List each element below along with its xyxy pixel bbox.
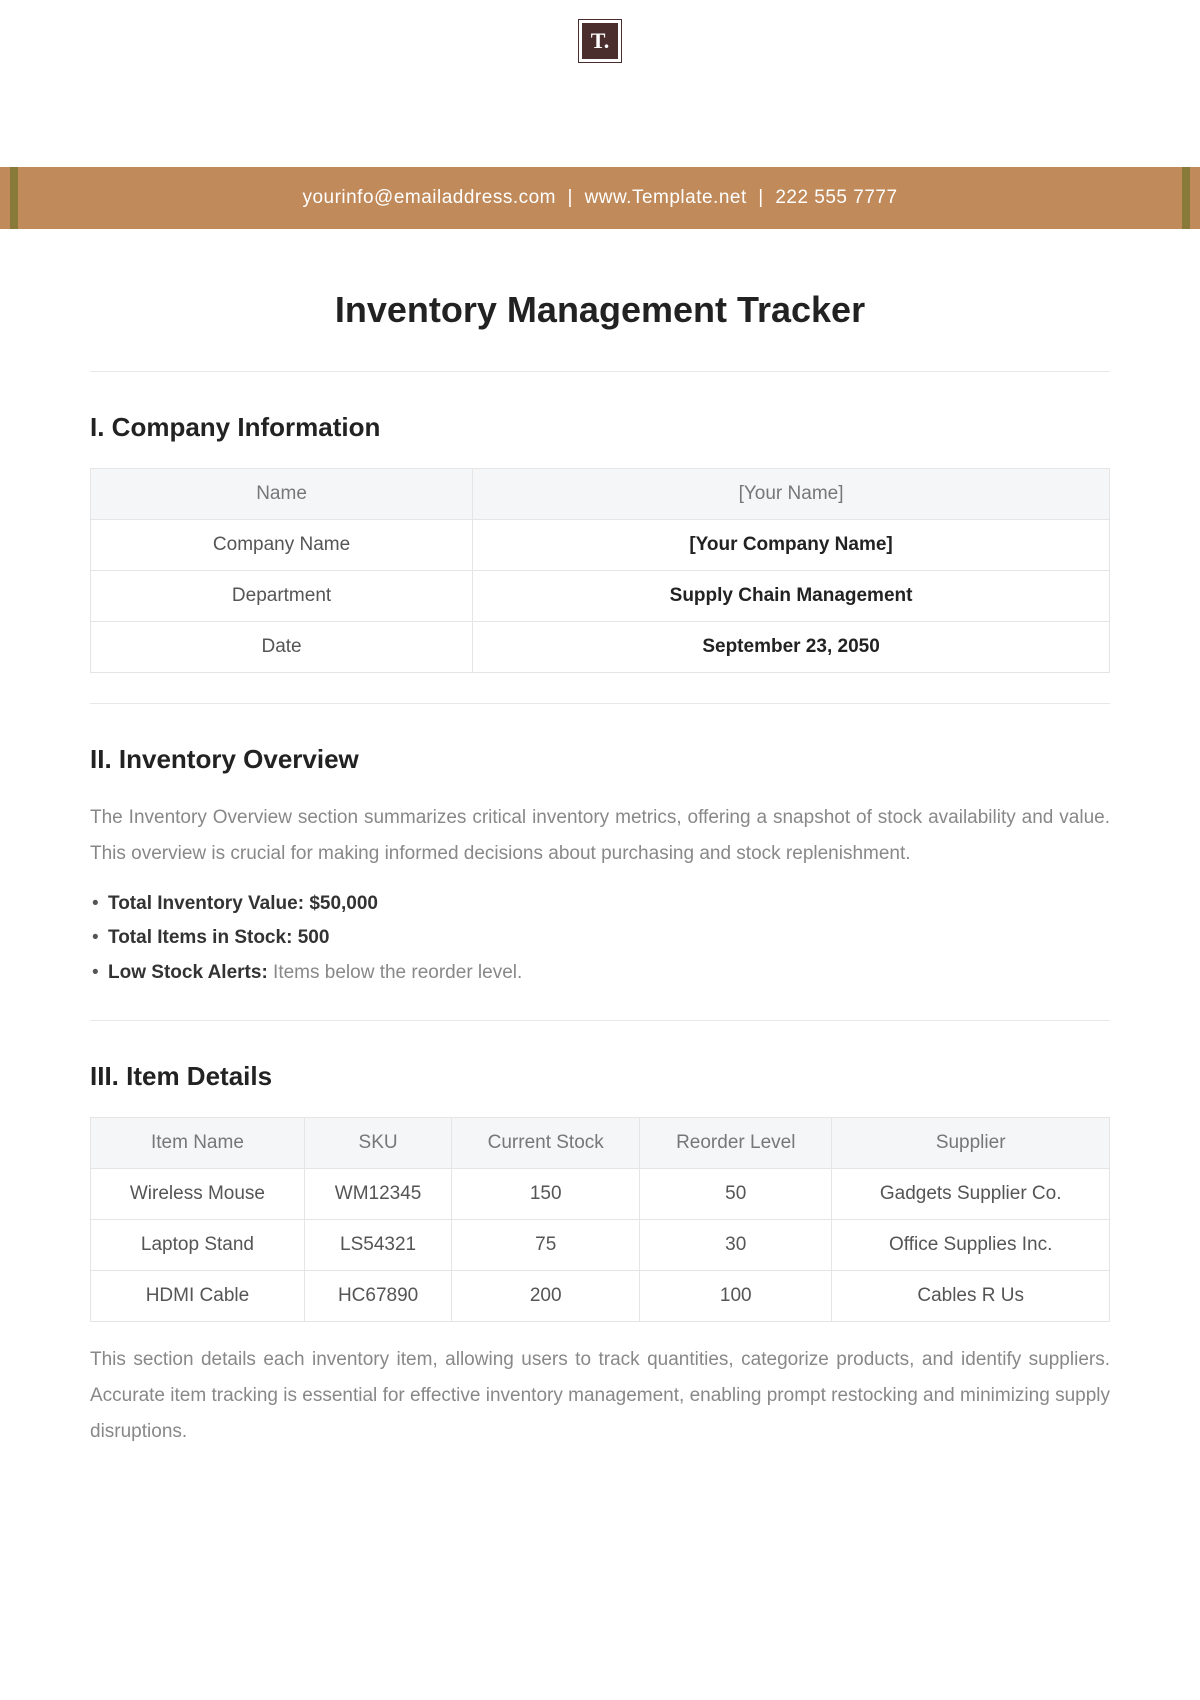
item-details-table: Item Name SKU Current Stock Reorder Leve… <box>90 1117 1110 1322</box>
col-supplier: Supplier <box>832 1117 1110 1168</box>
document-title: Inventory Management Tracker <box>90 289 1110 331</box>
cell-item-name: Laptop Stand <box>91 1219 305 1270</box>
col-reorder-level: Reorder Level <box>640 1117 832 1168</box>
logo: T. <box>579 20 621 62</box>
cell-sku: WM12345 <box>304 1168 451 1219</box>
cell-supplier: Office Supplies Inc. <box>832 1219 1110 1270</box>
info-label: Department <box>91 571 473 622</box>
table-row: Name [Your Name] <box>91 469 1110 520</box>
section-items-heading: III. Item Details <box>90 1061 1110 1092</box>
cell-supplier: Gadgets Supplier Co. <box>832 1168 1110 1219</box>
items-body: This section details each inventory item… <box>90 1342 1110 1450</box>
company-info-table: Name [Your Name] Company Name [Your Comp… <box>90 468 1110 673</box>
section-company-heading: I. Company Information <box>90 412 1110 443</box>
banner-sep: | <box>556 187 585 209</box>
section-overview-heading: II. Inventory Overview <box>90 744 1110 775</box>
document-content: Inventory Management Tracker I. Company … <box>0 229 1200 1505</box>
divider <box>90 1020 1110 1021</box>
logo-bar: T. <box>0 0 1200 72</box>
bullet-value: $50,000 <box>309 893 378 914</box>
cell-supplier: Cables R Us <box>832 1270 1110 1321</box>
table-row: HDMI Cable HC67890 200 100 Cables R Us <box>91 1270 1110 1321</box>
bullet-label: Total Inventory Value: <box>108 893 304 914</box>
banner-sep: | <box>747 187 776 209</box>
cell-stock: 150 <box>452 1168 640 1219</box>
header-spacer <box>0 72 1200 167</box>
banner-email: yourinfo@emailaddress.com <box>302 187 556 209</box>
table-row: Date September 23, 2050 <box>91 622 1110 673</box>
table-row: Wireless Mouse WM12345 150 50 Gadgets Su… <box>91 1168 1110 1219</box>
cell-reorder: 30 <box>640 1219 832 1270</box>
cell-sku: LS54321 <box>304 1219 451 1270</box>
overview-body: The Inventory Overview section summarize… <box>90 800 1110 872</box>
info-value: Supply Chain Management <box>473 571 1110 622</box>
table-header-row: Item Name SKU Current Stock Reorder Leve… <box>91 1117 1110 1168</box>
divider <box>90 371 1110 372</box>
bullet-value: 500 <box>298 927 330 948</box>
cell-reorder: 100 <box>640 1270 832 1321</box>
bullet-item: Total Inventory Value: $50,000 <box>90 887 1110 921</box>
info-value: [Your Company Name] <box>473 520 1110 571</box>
info-label: Company Name <box>91 520 473 571</box>
banner-website: www.Template.net <box>585 187 747 209</box>
table-row: Laptop Stand LS54321 75 30 Office Suppli… <box>91 1219 1110 1270</box>
divider <box>90 703 1110 704</box>
bullet-value: Items below the reorder level. <box>273 962 522 983</box>
bullet-item: Low Stock Alerts: Items below the reorde… <box>90 956 1110 990</box>
banner-phone: 222 555 7777 <box>775 187 897 209</box>
col-item-name: Item Name <box>91 1117 305 1168</box>
info-value: September 23, 2050 <box>473 622 1110 673</box>
info-value: [Your Name] <box>473 469 1110 520</box>
bullet-item: Total Items in Stock: 500 <box>90 921 1110 955</box>
col-sku: SKU <box>304 1117 451 1168</box>
info-label: Date <box>91 622 473 673</box>
cell-stock: 75 <box>452 1219 640 1270</box>
cell-item-name: Wireless Mouse <box>91 1168 305 1219</box>
cell-stock: 200 <box>452 1270 640 1321</box>
bullet-label: Low Stock Alerts: <box>108 962 268 983</box>
col-current-stock: Current Stock <box>452 1117 640 1168</box>
bullet-label: Total Items in Stock: <box>108 927 292 948</box>
cell-item-name: HDMI Cable <box>91 1270 305 1321</box>
overview-bullets: Total Inventory Value: $50,000 Total Ite… <box>90 887 1110 990</box>
table-row: Company Name [Your Company Name] <box>91 520 1110 571</box>
cell-reorder: 50 <box>640 1168 832 1219</box>
info-label: Name <box>91 469 473 520</box>
table-row: Department Supply Chain Management <box>91 571 1110 622</box>
contact-banner: yourinfo@emailaddress.com | www.Template… <box>0 167 1200 229</box>
cell-sku: HC67890 <box>304 1270 451 1321</box>
